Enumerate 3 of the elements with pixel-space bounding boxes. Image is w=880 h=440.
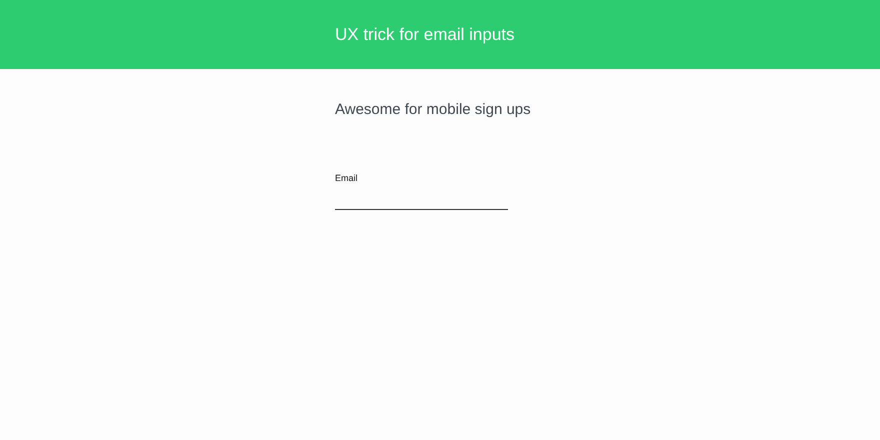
page-title: UX trick for email inputs xyxy=(335,24,516,44)
subtitle: Awesome for mobile sign ups xyxy=(335,101,531,118)
email-label: Email xyxy=(335,173,358,183)
